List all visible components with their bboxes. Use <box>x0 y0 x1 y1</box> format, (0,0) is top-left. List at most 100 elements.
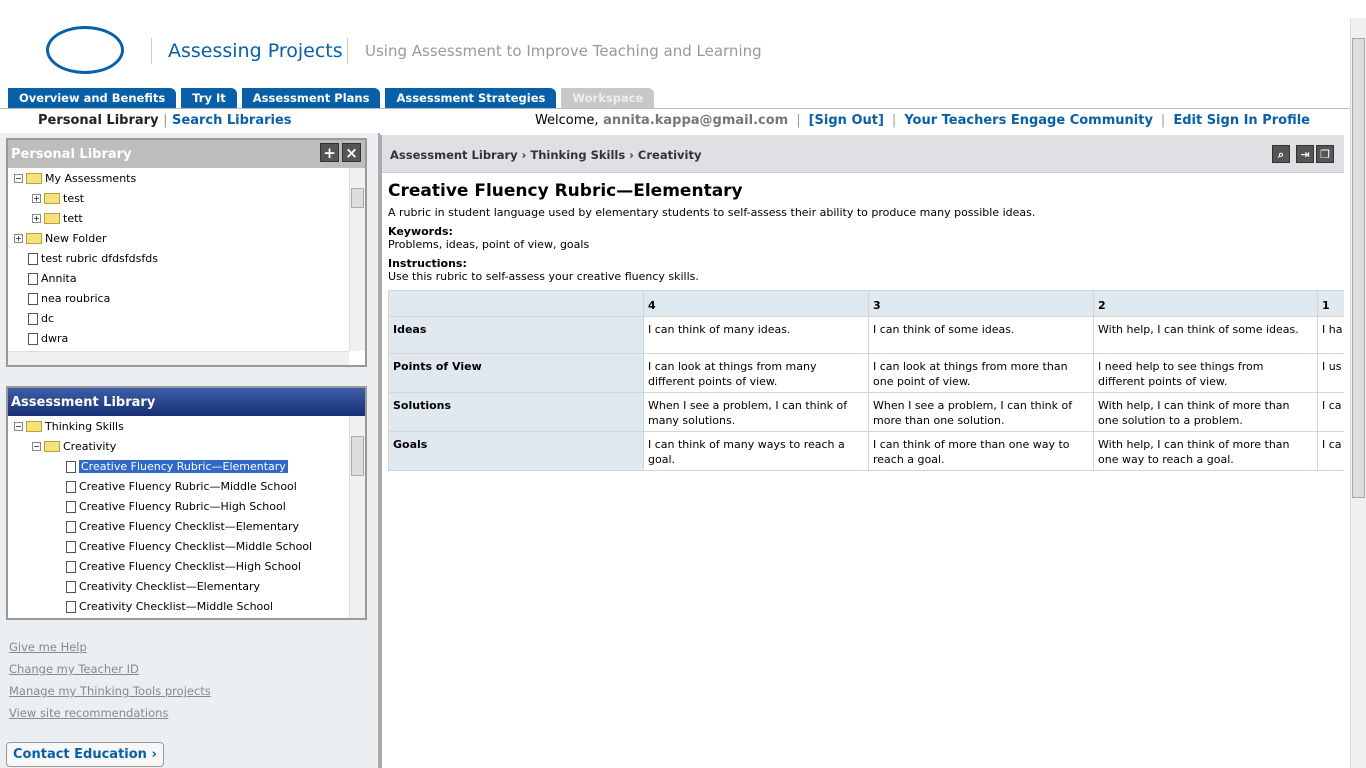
left-sidebar: Personal Library + × − My Assessments + tes… <box>0 133 380 768</box>
document-icon <box>66 480 76 493</box>
keywords: Problems, ideas, point of view, goals <box>388 238 590 251</box>
document-icon <box>66 540 76 553</box>
table-row: Points of View I can look at things from … <box>388 353 1344 393</box>
sidebar-link[interactable]: Manage my Thinking Tools projects <box>9 684 211 698</box>
page-scrollbar[interactable] <box>1350 18 1366 768</box>
table-cell: When I see a problem, I can think of mor… <box>868 392 1094 432</box>
divider <box>347 38 348 64</box>
table-cell: I can look at things from many different… <box>643 353 869 393</box>
search-icon[interactable]: ⌕ <box>1272 145 1290 163</box>
expand-icon[interactable]: + <box>14 234 23 243</box>
tree-item[interactable]: nea roubrica <box>28 292 110 305</box>
table-header-row: 4321 <box>388 290 1344 317</box>
tree-item-label: Creativity Checklist—Middle School <box>79 600 274 613</box>
tree-item-label: Creative Fluency Checklist—Middle School <box>79 540 313 553</box>
tree-item[interactable]: dc <box>28 312 54 325</box>
panel-header: Assessment Library <box>8 388 365 416</box>
tree-item[interactable]: Creativity Checklist—Elementary <box>66 580 260 593</box>
document-icon <box>28 292 38 305</box>
vertical-scrollbar[interactable] <box>349 168 365 351</box>
expand-icon[interactable]: + <box>32 194 41 203</box>
table-cell: I ca reac <box>1317 431 1344 471</box>
tree-item-label: Creative Fluency Rubric—Middle School <box>79 480 297 493</box>
tree-item[interactable]: + test <box>32 192 84 205</box>
site-title[interactable]: Assessing Projects <box>168 40 343 62</box>
tree-item-label: New Folder <box>45 232 107 245</box>
tab-try-it[interactable]: Try It <box>181 88 237 108</box>
breadcrumb: Assessment Library › Thinking Skills › C… <box>382 135 1344 173</box>
tab-assessment-plans[interactable]: Assessment Plans <box>241 88 381 108</box>
document-icon <box>28 272 38 285</box>
sign-out-link[interactable]: [Sign Out] <box>809 113 884 128</box>
intel-logo <box>46 26 124 74</box>
sidebar-link[interactable]: Give me Help <box>9 640 87 654</box>
column-header: 4 <box>643 290 869 317</box>
breadcrumb-text[interactable]: Assessment Library › Thinking Skills › C… <box>390 148 701 162</box>
tree-item[interactable]: − Thinking Skills <box>14 420 124 433</box>
tree-item[interactable]: dwra <box>28 332 68 345</box>
tree-item[interactable]: Annita <box>28 272 77 285</box>
expand-icon[interactable]: − <box>14 174 23 183</box>
search-libraries-link[interactable]: Search Libraries <box>172 113 292 128</box>
tree-item-label: Creative Fluency Rubric—Elementary <box>79 460 288 473</box>
tree-item[interactable]: − My Assessments <box>14 172 136 185</box>
add-icon[interactable]: + <box>320 143 339 162</box>
tree-item-label: test <box>63 192 85 205</box>
tab-assessment-strategies[interactable]: Assessment Strategies <box>385 88 557 108</box>
assessment-title: Creative Fluency Rubric—Elementary <box>388 181 743 201</box>
edit-profile-link[interactable]: Edit Sign In Profile <box>1173 113 1310 128</box>
column-header: 3 <box>868 290 1094 317</box>
tree-item[interactable]: + New Folder <box>14 232 106 245</box>
tree-item[interactable]: + tett <box>32 212 83 225</box>
sidebar-link[interactable]: Change my Teacher ID <box>9 662 139 676</box>
sidebar-link[interactable]: View site recommendations <box>9 706 168 720</box>
tree-item[interactable]: − Creativity <box>32 440 116 453</box>
tab-overview-and-benefits[interactable]: Overview and Benefits <box>8 88 177 108</box>
tree-item-label: Creativity Checklist—Elementary <box>79 580 261 593</box>
contact-education-button[interactable]: Contact Education › <box>6 742 164 767</box>
panel-title: Personal Library <box>11 147 132 162</box>
table-cell: With help, I can think of more than one … <box>1093 431 1318 471</box>
folder-icon <box>44 441 60 452</box>
row-header: Solutions <box>388 392 644 432</box>
tree-item[interactable]: Creative Fluency Rubric—Elementary <box>66 460 288 473</box>
table-row: Ideas I can think of many ideas. I can thi… <box>388 316 1344 354</box>
community-link[interactable]: Your Teachers Engage Community <box>904 113 1153 128</box>
tree-item[interactable]: Creative Fluency Rubric—High School <box>66 500 286 513</box>
tab-workspace[interactable]: Workspace <box>561 88 655 108</box>
column-header <box>388 290 644 317</box>
tree-item-label: Thinking Skills <box>45 420 124 433</box>
tree-item[interactable]: Creative Fluency Checklist—Elementary <box>66 520 299 533</box>
collapse-icon[interactable]: − <box>32 442 41 451</box>
tree-item[interactable]: Creative Fluency Rubric—Middle School <box>66 480 297 493</box>
separator: | <box>796 113 801 128</box>
tree-item-label: Creativity <box>63 440 117 453</box>
vertical-scrollbar[interactable] <box>349 416 365 618</box>
export-icon[interactable]: ⇥ <box>1296 145 1314 163</box>
main-content: Assessment Library › Thinking Skills › C… <box>380 135 1344 768</box>
tree-item[interactable]: test rubric dfdsfdsfds <box>28 252 158 265</box>
horizontal-scrollbar[interactable] <box>8 351 349 365</box>
tree-item-label: nea roubrica <box>41 292 111 305</box>
user-email: annita.kappa@gmail.com <box>603 113 789 128</box>
document-icon <box>28 332 38 345</box>
folder-icon <box>44 213 60 224</box>
rubric-table: 4 3 2 1 Ideas I can think of many ideas. I can… <box>388 290 1344 471</box>
tree-item[interactable]: Creative Fluency Checklist—High School <box>66 560 301 573</box>
tree-item[interactable]: Creative Fluency Checklist—Middle School <box>66 540 312 553</box>
personal-library-link[interactable]: Personal Library <box>38 113 159 128</box>
row-header: Goals <box>388 431 644 471</box>
folder-icon <box>26 173 42 184</box>
document-icon <box>66 560 76 573</box>
divider <box>0 108 1350 109</box>
copy-icon[interactable]: ❐ <box>1316 145 1334 163</box>
expand-icon[interactable]: + <box>32 214 41 223</box>
collapse-icon[interactable]: − <box>14 422 23 431</box>
tree-item-label: Creative Fluency Checklist—High School <box>79 560 302 573</box>
tree-item[interactable]: Creativity Checklist—Middle School <box>66 600 273 613</box>
keywords-label: Keywords: <box>388 225 453 238</box>
tree-item-label: test rubric dfdsfdsfds <box>41 252 158 265</box>
table-row: Goals I can think of many ways to reach a… <box>388 431 1344 471</box>
close-icon[interactable]: × <box>342 143 361 162</box>
table-row: Solutions When I see a problem, I can thi… <box>388 392 1344 432</box>
